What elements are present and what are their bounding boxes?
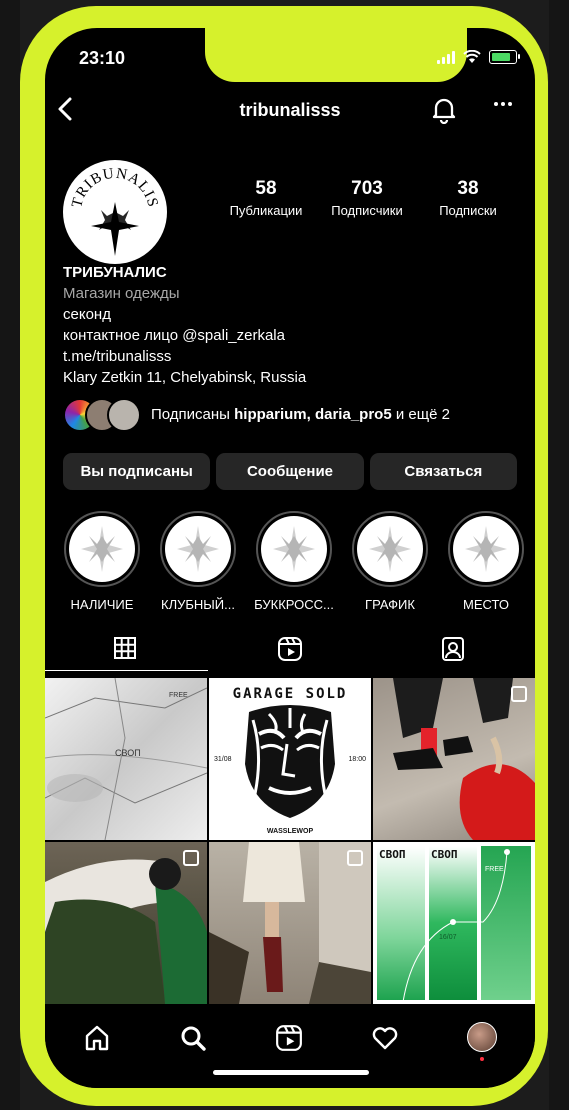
phone-screen: 23:10 tribunalisss TRIBUNALIS 58 Публика… xyxy=(45,28,535,1088)
followed-by-text: Подписаны hipparium, daria_pro5 и ещё 2 xyxy=(151,406,450,423)
grid-icon[interactable] xyxy=(113,636,137,665)
star-logo-icon xyxy=(273,526,315,572)
highlight-label: НАЛИЧИЕ xyxy=(70,597,134,612)
bell-icon[interactable] xyxy=(431,96,457,129)
reels-icon[interactable] xyxy=(275,1024,303,1057)
follower-avatar xyxy=(107,398,141,432)
stat-label: Подписчики xyxy=(331,203,403,218)
status-time: 23:10 xyxy=(79,48,126,68)
highlight-label: БУККРОСС... xyxy=(254,597,334,612)
stat-following[interactable]: 38 Подписки xyxy=(419,178,517,218)
profile-tabs xyxy=(45,626,535,676)
post-text: СВОП xyxy=(115,748,141,758)
post-text: 18:00 xyxy=(348,756,366,763)
route-graphic xyxy=(402,849,510,1003)
stat-posts[interactable]: 58 Публикации xyxy=(217,178,315,218)
top-bar: tribunalisss xyxy=(45,92,535,132)
profile-category: Магазин одежды xyxy=(63,285,180,302)
post-text: FREE xyxy=(169,692,188,699)
highlight-item[interactable]: КЛУБНЫЙ... xyxy=(155,511,241,612)
highlight-item[interactable]: МЕСТО xyxy=(443,511,529,612)
post-grid: СВОП FREE GARAGE SOLD 31/08 18:00 WASSLE… xyxy=(45,678,535,1004)
reels-icon[interactable] xyxy=(277,636,303,667)
highlight-item[interactable]: ГРАФИК xyxy=(347,511,433,612)
stat-label: Публикации xyxy=(229,203,303,218)
signal-icon xyxy=(437,50,455,64)
star-logo-icon xyxy=(177,526,219,572)
background-right xyxy=(549,0,569,1110)
highlight-item[interactable]: БУККРОСС... xyxy=(251,511,337,612)
followed-by[interactable]: Подписаны hipparium, daria_pro5 и ещё 2 xyxy=(63,398,450,432)
face-graphic xyxy=(245,705,335,818)
battery-icon xyxy=(489,50,520,64)
bio-line: секонд xyxy=(63,306,111,323)
profile-bio: ТРИБУНАЛИС Магазин одежды секонд контакт… xyxy=(63,262,523,388)
bottom-nav xyxy=(45,1008,535,1088)
followed-prefix: Подписаны xyxy=(151,405,235,423)
map-graphic xyxy=(45,678,207,840)
post-thumbnail[interactable] xyxy=(209,842,371,1004)
profile-avatar[interactable]: TRIBUNALIS xyxy=(63,160,167,264)
post-thumbnail[interactable] xyxy=(373,678,535,840)
follower-avatars xyxy=(63,398,143,432)
message-button[interactable]: Сообщение xyxy=(216,453,364,490)
stat-followers[interactable]: 703 Подписчики xyxy=(318,178,416,218)
post-thumbnail[interactable]: СВОП СВОП FREE 16/07 xyxy=(373,842,535,1004)
post-thumbnail[interactable]: GARAGE SOLD 31/08 18:00 WASSLEWOP xyxy=(209,678,371,840)
carousel-icon xyxy=(511,686,527,702)
home-indicator xyxy=(213,1070,369,1075)
highlight-item[interactable]: НАЛИЧИЕ xyxy=(59,511,145,612)
stat-label: Подписки xyxy=(439,203,497,218)
notch xyxy=(205,28,467,82)
profile-username: tribunalisss xyxy=(239,100,341,120)
profile-avatar[interactable] xyxy=(467,1022,497,1061)
background-left xyxy=(0,0,20,1110)
stat-number: 38 xyxy=(457,178,479,199)
star-logo-icon xyxy=(369,526,411,572)
wifi-icon xyxy=(463,50,481,63)
carousel-icon xyxy=(347,850,363,866)
post-title: GARAGE SOLD xyxy=(232,686,348,702)
profile-actions: Вы подписаны Сообщение Связаться xyxy=(63,453,517,490)
followed-suffix: и ещё 2 xyxy=(391,405,450,423)
status-icons xyxy=(437,50,520,64)
post-thumbnail[interactable]: СВОП FREE xyxy=(45,678,207,840)
stat-number: 58 xyxy=(255,178,277,199)
carousel-icon xyxy=(183,850,199,866)
tagged-icon[interactable] xyxy=(440,636,466,667)
profile-name: ТРИБУНАЛИС xyxy=(63,264,167,281)
bio-link[interactable]: t.me/tribunalisss xyxy=(63,346,523,367)
notification-dot xyxy=(480,1057,484,1061)
highlight-label: МЕСТО xyxy=(463,597,509,612)
story-highlights: НАЛИЧИЕ КЛУБНЫЙ... БУККРОСС... ГРАФИК МЕ… xyxy=(59,511,529,612)
home-icon[interactable] xyxy=(83,1024,111,1057)
contact-button[interactable]: Связаться xyxy=(369,453,517,490)
more-icon[interactable] xyxy=(493,94,513,120)
photo-graphic xyxy=(393,678,535,840)
active-tab-indicator xyxy=(45,670,208,671)
highlight-label: КЛУБНЫЙ... xyxy=(161,597,235,612)
stat-number: 703 xyxy=(351,178,383,199)
highlight-label: ГРАФИК xyxy=(365,597,415,612)
star-logo-icon xyxy=(465,526,507,572)
bio-address[interactable]: Klary Zetkin 11, Chelyabinsk, Russia xyxy=(63,367,523,388)
photo-graphic xyxy=(45,858,207,1004)
heart-icon[interactable] xyxy=(371,1024,399,1057)
post-text: WASSLEWOP xyxy=(266,828,314,835)
profile-stats: 58 Публикации 703 Подписчики 38 Подписки xyxy=(217,178,517,218)
star-logo-icon xyxy=(81,526,123,572)
photo-graphic xyxy=(209,842,371,1004)
followed-names: hipparium, daria_pro5 xyxy=(234,405,392,423)
following-button[interactable]: Вы подписаны xyxy=(63,453,211,490)
bio-contact-line[interactable]: контактное лицо @spali_zerkala xyxy=(63,325,523,346)
search-icon[interactable] xyxy=(179,1024,207,1057)
post-thumbnail[interactable] xyxy=(45,842,207,1004)
post-text: 31/08 xyxy=(214,756,232,763)
